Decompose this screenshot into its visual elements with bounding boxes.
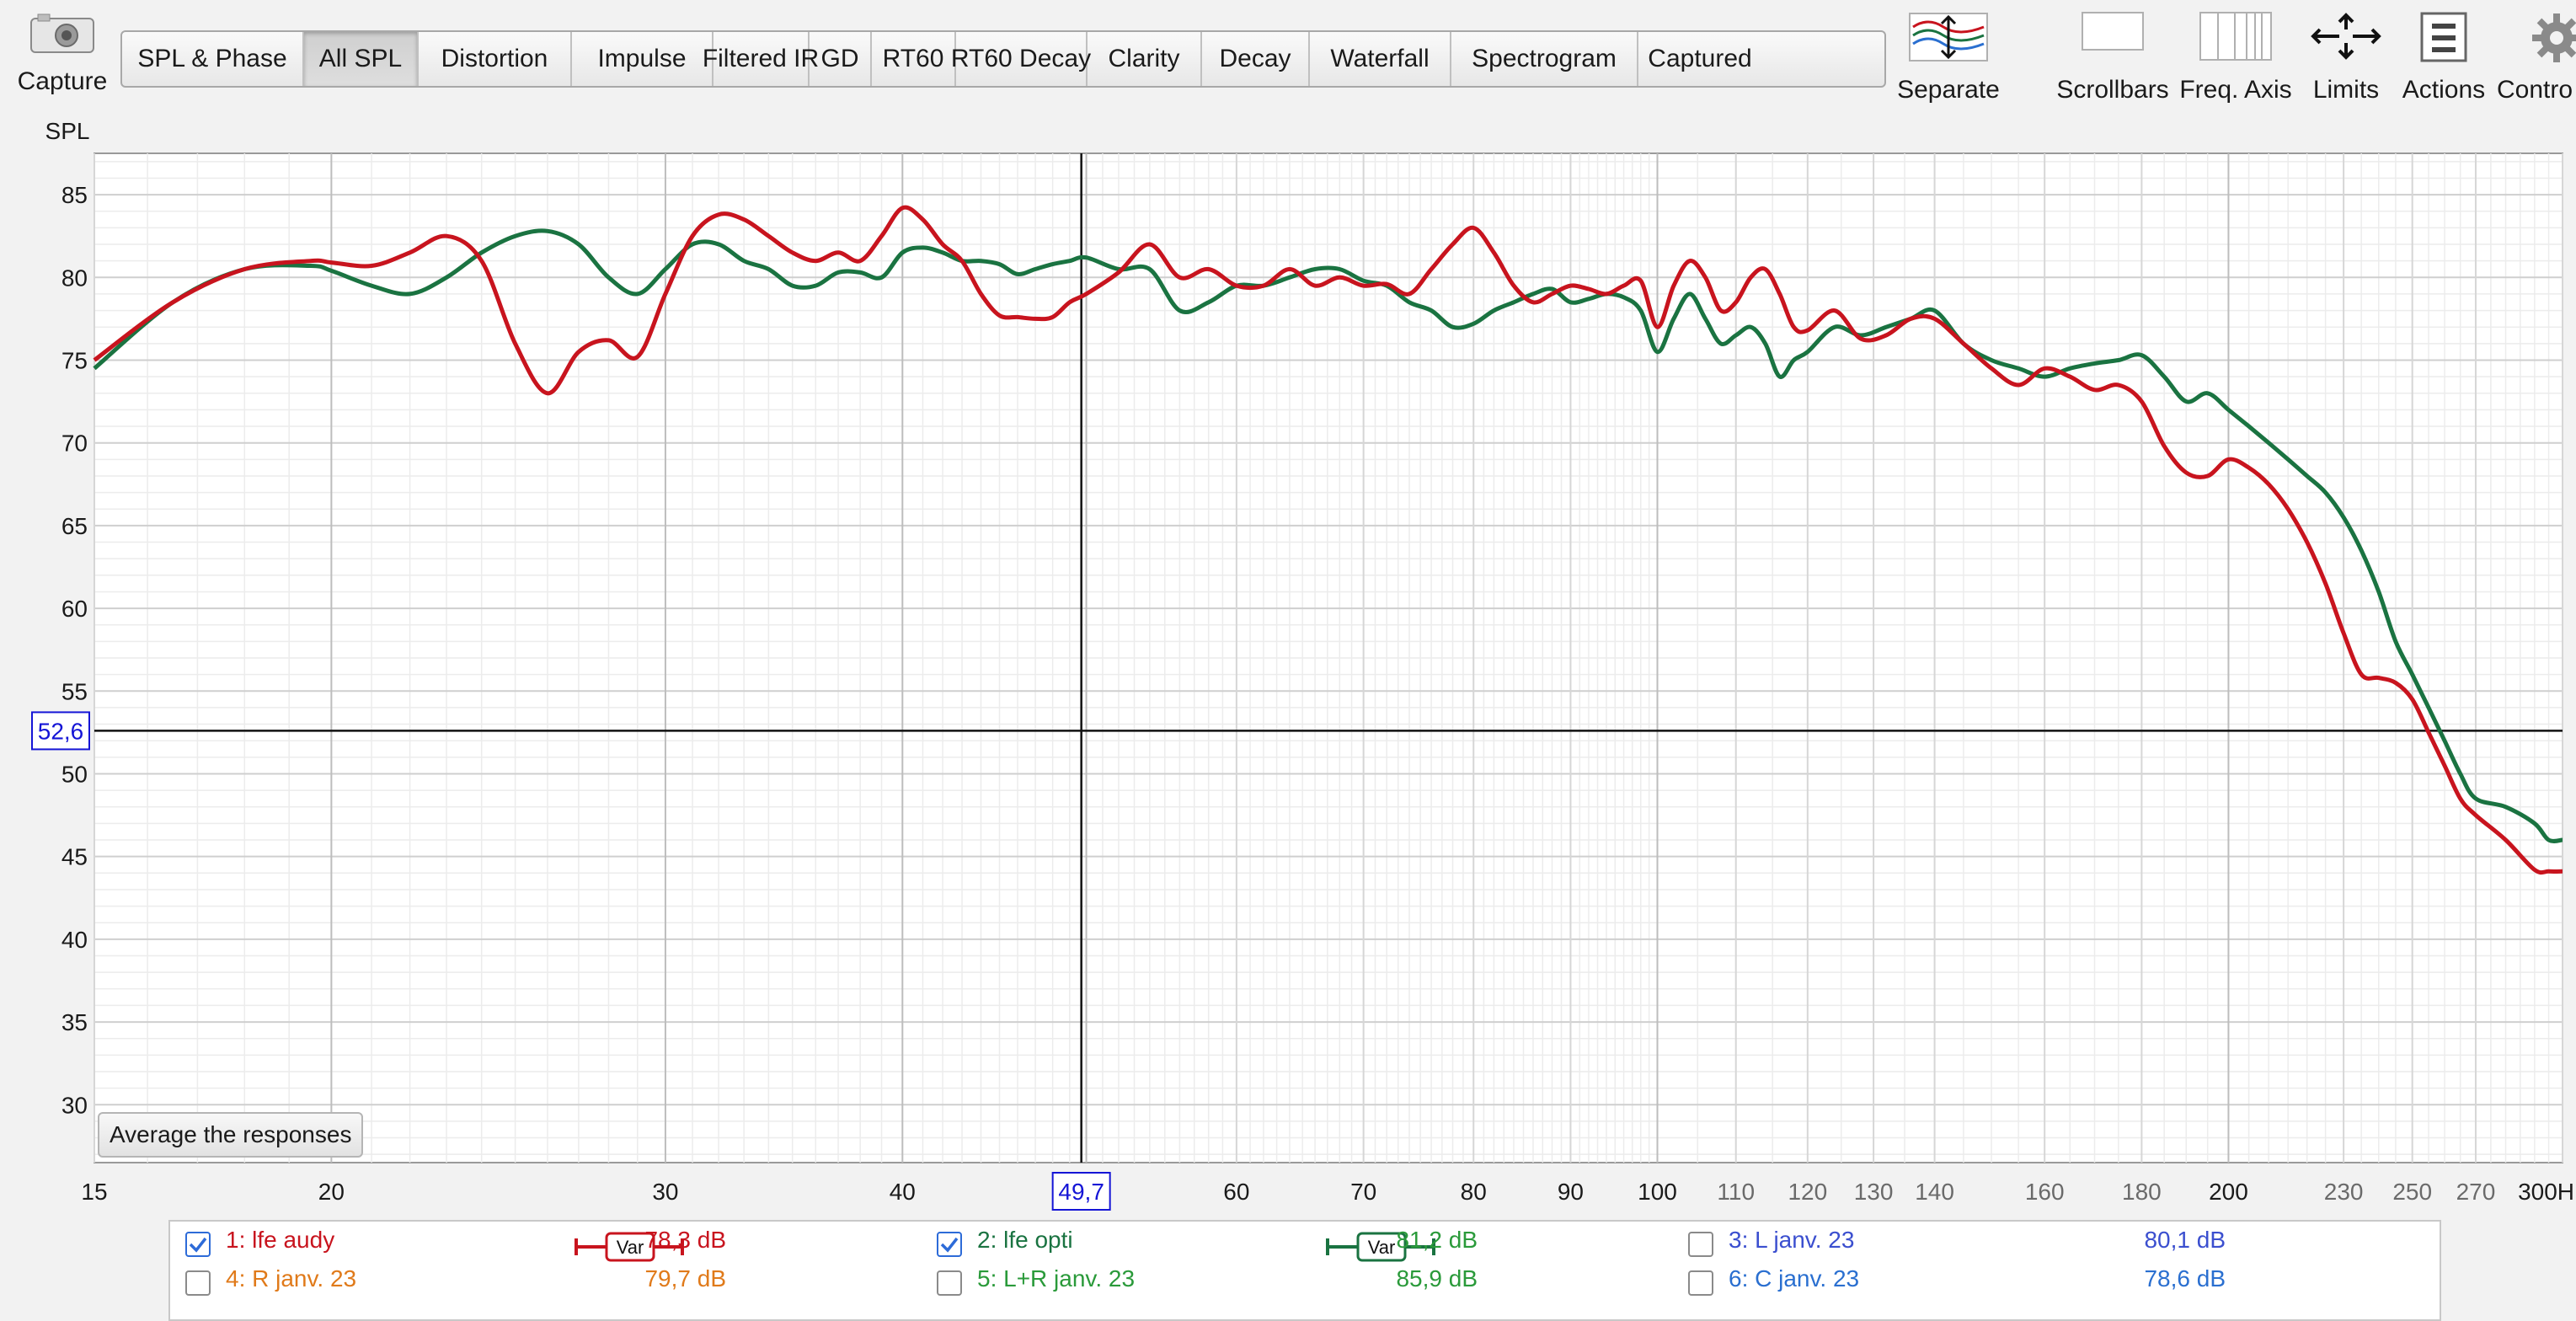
scrollbars-label: Scrollbars: [2056, 76, 2169, 104]
y-tick-label: 50: [61, 761, 88, 787]
y-tick-label: 45: [61, 844, 88, 870]
y-tick-label: 40: [61, 927, 88, 953]
legend-item-6-c-janv-23: 6: C janv. 23 78,6 dB: [170, 1260, 2440, 1306]
y-tick-label: 75: [61, 347, 88, 373]
cursor-y-readout: 52,6: [38, 718, 84, 744]
x-tick-label: 90: [1558, 1179, 1584, 1205]
y-tick-label: 60: [61, 596, 88, 622]
controls-button[interactable]: Contro: [2497, 0, 2576, 113]
actions-button[interactable]: Actions: [2397, 0, 2490, 113]
freq-axis-button[interactable]: Freq. Axis: [2178, 0, 2293, 113]
separate-button[interactable]: Separate: [1895, 0, 2001, 113]
limits-label: Limits: [2312, 76, 2380, 104]
legend-item-name[interactable]: 3: L janv. 23: [1729, 1227, 1854, 1254]
legend-item-value: 80,1 dB: [2144, 1227, 2226, 1253]
x-tick-label: 120: [1788, 1179, 1827, 1205]
separate-label: Separate: [1897, 76, 2000, 104]
x-tick-label: 100: [1638, 1179, 1677, 1205]
x-tick-label: 160: [2025, 1179, 2065, 1205]
y-tick-label: 85: [61, 182, 88, 208]
scrollbars-icon: [2082, 12, 2144, 51]
x-tick-label: 15: [81, 1179, 107, 1205]
x-tick-label: 200: [2209, 1179, 2248, 1205]
x-tick-label: 70: [1350, 1179, 1376, 1205]
capture-label: Capture: [17, 67, 108, 95]
x-tick-label: 110: [1717, 1179, 1755, 1205]
x-tick-label: 270: [2456, 1179, 2496, 1205]
limits-icon: [2311, 13, 2381, 60]
capture-button[interactable]: Capture: [7, 0, 118, 113]
tab-distortion[interactable]: Distortion: [419, 32, 572, 86]
x-tick-label: 300H: [2518, 1179, 2574, 1205]
x-tick-label: 140: [1915, 1179, 1954, 1205]
tab-waterfall[interactable]: Waterfall: [1310, 32, 1451, 86]
scrollbars-button[interactable]: Scrollbars: [2055, 0, 2170, 113]
x-tick-label: 40: [890, 1179, 916, 1205]
tab-impulse[interactable]: Impulse: [572, 32, 713, 86]
x-tick-label: 230: [2324, 1179, 2364, 1205]
y-tick-label: 70: [61, 431, 88, 457]
y-tick-label: 80: [61, 265, 88, 291]
actions-label: Actions: [2402, 76, 2486, 104]
separate-icon: [1909, 13, 1988, 62]
tab-captured[interactable]: Captured: [1638, 32, 1761, 86]
legend-checkbox[interactable]: [1688, 1270, 1713, 1296]
limits-button[interactable]: Limits: [2300, 0, 2392, 113]
y-tick-label: 35: [61, 1009, 88, 1035]
tab-clarity[interactable]: Clarity: [1088, 32, 1202, 86]
tab-rt60-decay[interactable]: RT60 Decay: [951, 32, 1091, 86]
controls-label: Contro: [2497, 76, 2573, 104]
y-axis-title: SPL: [45, 118, 90, 144]
x-tick-label: 20: [318, 1179, 345, 1205]
y-tick-label: 55: [61, 678, 88, 704]
actions-icon: [2420, 12, 2467, 62]
cursor-x-readout: 49,7: [1058, 1179, 1104, 1205]
x-tick-label: 250: [2392, 1179, 2432, 1205]
freq-axis-icon: [2199, 12, 2272, 61]
freq-axis-label: Freq. Axis: [2179, 76, 2292, 104]
tab-filtered-ir[interactable]: Filtered IR: [703, 32, 819, 86]
tab-rt60[interactable]: RT60: [872, 32, 956, 86]
camera-icon: [30, 13, 94, 53]
legend-checkbox[interactable]: [1688, 1232, 1713, 1257]
toolbar: Capture SPL & Phase All SPL Distortion Impu…: [0, 0, 2576, 113]
tab-gd[interactable]: GD: [810, 32, 872, 86]
tab-spl-phase[interactable]: SPL & Phase: [122, 32, 304, 86]
x-tick-label: 60: [1223, 1179, 1249, 1205]
legend-panel: 1: lfe audy Var 78,3 dB 2: lfe opti Var 81,2 …: [168, 1220, 2441, 1321]
graph-tabs: SPL & Phase All SPL Distortion Impulse Filte…: [120, 30, 1886, 88]
x-tick-label: 180: [2122, 1179, 2162, 1205]
tab-spectrogram[interactable]: Spectrogram: [1451, 32, 1638, 86]
spl-chart[interactable]: 85 80 75 70 65 60 55 50 45 40 35 30 15 20 30 40 60 70 80 90…: [0, 113, 2576, 1218]
average-responses-button[interactable]: Average the responses: [98, 1112, 364, 1158]
y-tick-label: 65: [61, 513, 88, 539]
gear-icon: [2532, 13, 2576, 62]
tab-decay[interactable]: Decay: [1202, 32, 1310, 86]
legend-item-value: 78,6 dB: [2144, 1265, 2226, 1292]
x-tick-label: 130: [1854, 1179, 1894, 1205]
y-tick-label: 30: [61, 1092, 88, 1118]
legend-item-name[interactable]: 6: C janv. 23: [1729, 1265, 1859, 1292]
x-tick-label: 30: [652, 1179, 678, 1205]
x-tick-label: 80: [1461, 1179, 1487, 1205]
tab-all-spl[interactable]: All SPL: [304, 32, 419, 86]
